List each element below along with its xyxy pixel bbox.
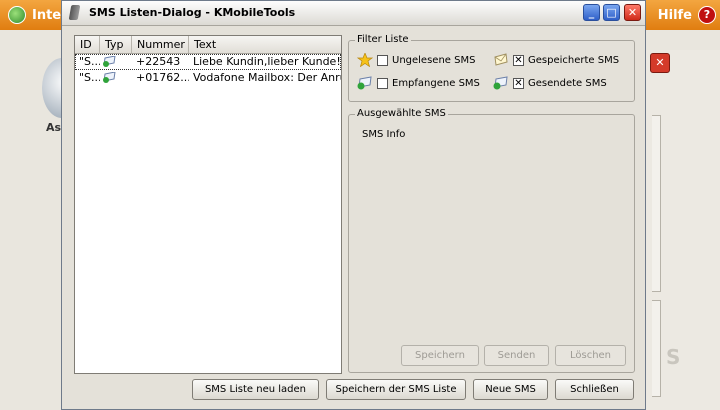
star-icon xyxy=(357,53,373,67)
column-header-type[interactable]: Typ xyxy=(100,36,132,53)
received-label[interactable]: Empfangene SMS xyxy=(392,78,480,89)
new-sms-label: Neue SMS xyxy=(485,384,536,395)
column-header-text[interactable]: Text xyxy=(189,36,341,53)
column-header-number[interactable]: Nummer xyxy=(132,36,189,53)
sms-sent-icon xyxy=(103,72,116,83)
saved-label[interactable]: Gespeicherte SMS xyxy=(528,55,619,66)
background-app-side-text: As xyxy=(46,121,62,134)
sms-sent-icon xyxy=(103,56,116,67)
filter-unread[interactable]: Ungelesene SMS xyxy=(357,53,475,67)
row-number: +01762... xyxy=(136,71,189,84)
background-help[interactable]: Hilfe ? xyxy=(658,6,716,24)
filter-group-title: Filter Liste xyxy=(355,34,411,45)
background-panel-box-lower xyxy=(652,300,661,397)
unread-checkbox[interactable] xyxy=(377,54,388,66)
background-app-left: Inte xyxy=(8,6,61,24)
send-sms-button[interactable]: Senden xyxy=(484,345,549,366)
reload-list-button[interactable]: SMS Liste neu laden xyxy=(192,379,319,400)
saved-checkbox[interactable]: ✕ xyxy=(513,54,524,66)
table-row[interactable]: "S... +22543 Liebe Kundin,lieber Kunde! … xyxy=(75,54,341,70)
selected-sms-group: Ausgewählte SMS SMS Info Speichern Sende… xyxy=(348,108,635,373)
titlebar[interactable]: SMS Listen-Dialog - KMobileTools _ □ ✕ xyxy=(62,1,645,26)
dialog-title: SMS Listen-Dialog - KMobileTools xyxy=(89,6,296,19)
unread-label[interactable]: Ungelesene SMS xyxy=(392,55,475,66)
help-icon[interactable]: ? xyxy=(698,6,716,24)
row-id: "S... xyxy=(79,71,100,84)
row-number: +22543 xyxy=(136,55,181,68)
row-text: Liebe Kundin,lieber Kunde! ... xyxy=(193,55,341,68)
received-sms-icon xyxy=(357,76,372,90)
sms-list[interactable]: ID Typ Nummer Text "S... +22543 Liebe Ku… xyxy=(74,35,342,374)
background-panel-box xyxy=(652,115,661,292)
background-logo: S xyxy=(666,345,681,369)
received-checkbox[interactable] xyxy=(377,77,388,89)
column-header-id[interactable]: ID xyxy=(75,36,100,53)
reload-list-label: SMS Liste neu laden xyxy=(204,384,307,395)
filter-sent[interactable]: ✕ Gesendete SMS xyxy=(493,76,607,90)
save-sms-button[interactable]: Speichern xyxy=(401,345,479,366)
save-sms-label: Speichern xyxy=(415,350,465,361)
maximize-button[interactable]: □ xyxy=(603,4,620,21)
background-menu-label[interactable]: Inte xyxy=(32,8,61,23)
minimize-button[interactable]: _ xyxy=(583,4,600,21)
new-sms-button[interactable]: Neue SMS xyxy=(473,379,548,400)
filter-group: Filter Liste Ungelesene SMS ✕ Gespeicher… xyxy=(348,34,635,102)
close-label: Schließen xyxy=(570,384,619,395)
sent-checkbox[interactable]: ✕ xyxy=(513,77,524,89)
save-list-label: Speichern der SMS Liste xyxy=(335,384,457,395)
close-window-button[interactable]: ✕ xyxy=(624,4,641,21)
sent-sms-icon xyxy=(493,76,508,90)
globe-icon xyxy=(8,6,26,24)
send-sms-label: Senden xyxy=(497,350,536,361)
help-label[interactable]: Hilfe xyxy=(658,8,692,23)
close-button[interactable]: Schließen xyxy=(555,379,634,400)
table-row[interactable]: "S... +01762... Vodafone Mailbox: Der An… xyxy=(75,70,341,86)
delete-sms-label: Löschen xyxy=(569,350,612,361)
sms-info-text: SMS Info xyxy=(362,129,406,140)
phone-icon xyxy=(68,5,81,20)
filter-received[interactable]: Empfangene SMS xyxy=(357,76,480,90)
sms-list-dialog: SMS Listen-Dialog - KMobileTools _ □ ✕ I… xyxy=(61,0,646,410)
selected-sms-title: Ausgewählte SMS xyxy=(355,108,448,119)
sent-label[interactable]: Gesendete SMS xyxy=(528,78,607,89)
row-id: "S... xyxy=(79,55,100,68)
save-list-button[interactable]: Speichern der SMS Liste xyxy=(326,379,466,400)
row-text: Vodafone Mailbox: Der Anru... xyxy=(193,71,341,84)
background-close-icon[interactable]: ✕ xyxy=(650,53,670,73)
list-header: ID Typ Nummer Text xyxy=(75,36,341,54)
filter-saved[interactable]: ✕ Gespeicherte SMS xyxy=(493,53,619,67)
saved-sms-icon xyxy=(494,53,508,66)
delete-sms-button[interactable]: Löschen xyxy=(555,345,626,366)
